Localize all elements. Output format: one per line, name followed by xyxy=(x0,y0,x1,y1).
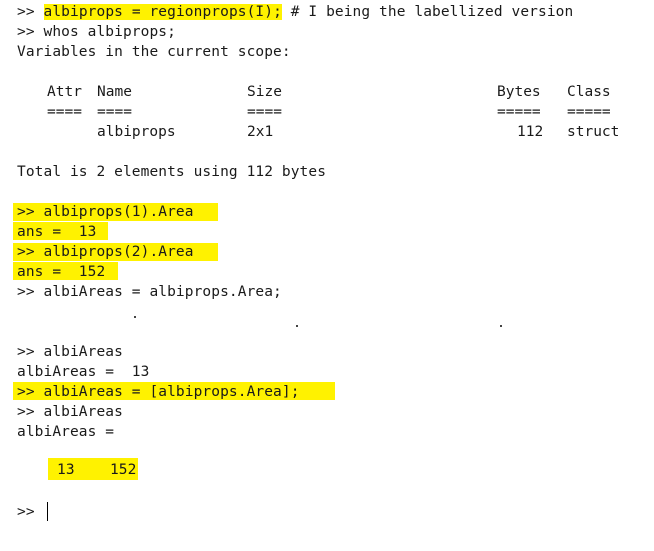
console-line-ans1: ans = 13 xyxy=(17,224,97,240)
header-class: Class xyxy=(567,84,611,100)
header-name: Name xyxy=(97,84,132,100)
text-cursor[interactable] xyxy=(47,502,48,521)
row-size: 2x1 xyxy=(247,124,274,140)
console-line-ans2: ans = 152 xyxy=(17,264,106,280)
separator-attr: ==== xyxy=(47,104,82,120)
row-name: albiprops xyxy=(97,124,176,140)
command-regionprops: albiprops = regionprops(I); xyxy=(43,4,282,20)
console-line-albi-eq: albiAreas = xyxy=(17,424,115,440)
console-line-albi-val: albiAreas = 13 xyxy=(17,364,150,380)
octave-console[interactable]: >> albiprops = regionprops(I); # I being… xyxy=(0,0,654,551)
console-line-albi-show: >> albiAreas xyxy=(17,344,123,360)
console-line-variables: Variables in the current scope: xyxy=(17,44,291,60)
separator-size: ==== xyxy=(247,104,282,120)
separator-bytes: ===== xyxy=(497,104,541,120)
console-line-albi-assign: >> albiAreas = albiprops.Area; xyxy=(17,284,282,300)
stray-dot xyxy=(500,325,502,327)
console-line-last-prompt: >> xyxy=(17,504,35,520)
console-line-regionprops: >> albiprops = regionprops(I); # I being… xyxy=(17,2,573,22)
header-bytes: Bytes xyxy=(497,84,541,100)
header-size: Size xyxy=(247,84,282,100)
row-class: struct xyxy=(567,124,620,140)
console-line-albi-show2: >> albiAreas xyxy=(17,404,123,420)
console-line-whos: >> whos albiprops; xyxy=(17,24,176,40)
separator-name: ==== xyxy=(97,104,132,120)
stray-dot xyxy=(134,316,136,318)
console-line-area2: >> albiprops(2).Area xyxy=(17,244,194,260)
console-line-albi-bracket: >> albiAreas = [albiprops.Area]; xyxy=(17,384,300,400)
header-attr: Attr xyxy=(47,84,82,100)
console-line-total: Total is 2 elements using 112 bytes xyxy=(17,164,327,180)
prompt: >> xyxy=(17,4,35,20)
row-bytes: 112 xyxy=(517,124,544,140)
separator-class: ===== xyxy=(567,104,611,120)
stray-dot xyxy=(296,325,298,327)
console-line-area1: >> albiprops(1).Area xyxy=(17,204,194,220)
console-line-result: 13 152 xyxy=(57,462,137,478)
comment-text: # I being the labellized version xyxy=(281,4,574,20)
